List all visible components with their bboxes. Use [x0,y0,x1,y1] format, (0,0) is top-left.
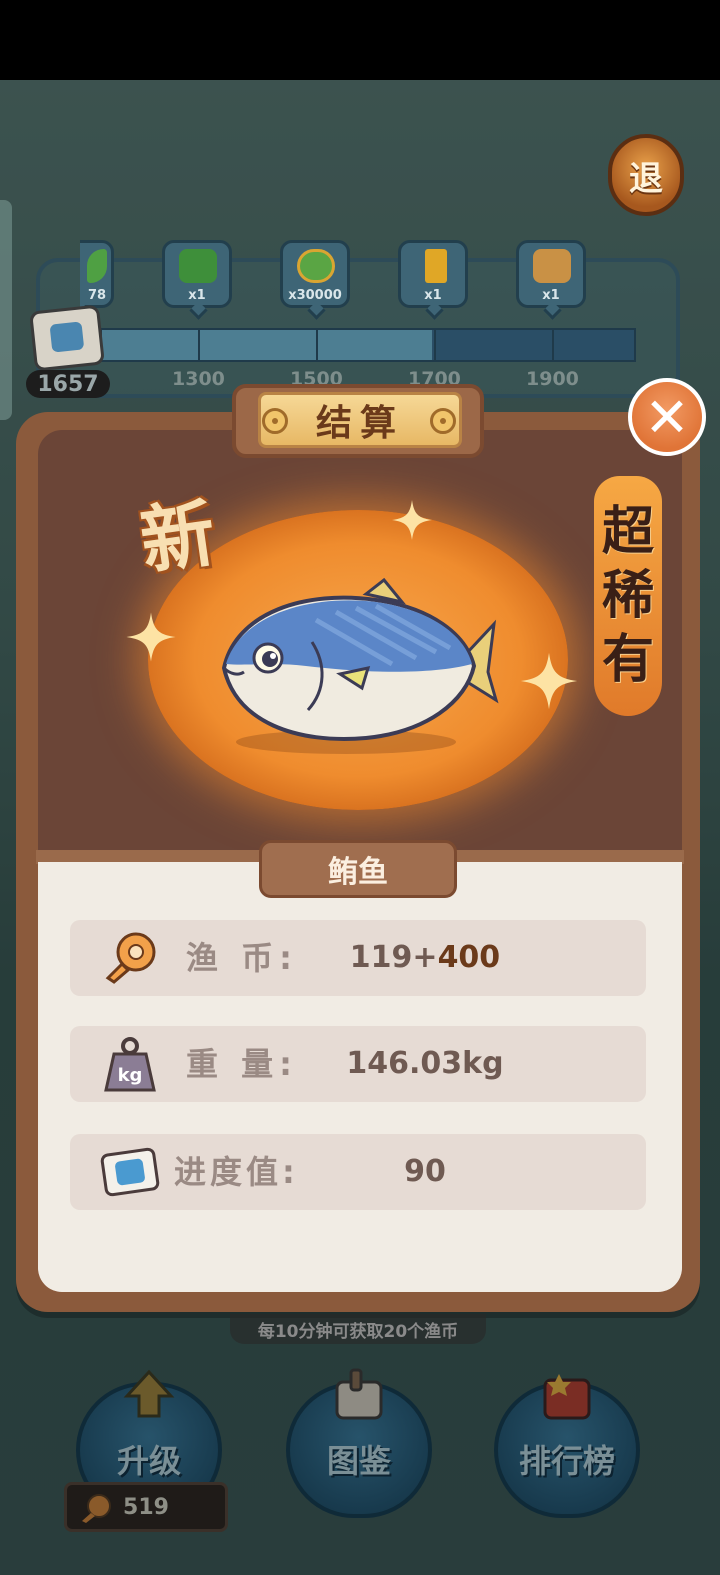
arrow-up-icon [123,1369,175,1418]
tuna-fish-illustration [221,577,499,754]
reward-label: x1 [188,288,206,303]
stat-value: 146.03kg [346,1046,504,1081]
progress-bar [100,328,636,362]
gold-card-icon [425,249,447,283]
progress-divider [316,330,318,360]
stat-value: 90 [404,1154,446,1189]
stat-row-weight: kg 重 量: 146.03kg [70,1026,646,1102]
reward-leaf-check[interactable]: x1 [162,240,232,308]
coin-hint: 每10分钟可获取20个渔币 [230,1314,486,1344]
upgrade-label: 升级 [116,1442,181,1480]
sparkle-icon [126,612,176,662]
trophy-board-icon [543,1374,591,1420]
coin-bonus-value: 400 [437,940,501,975]
coin-base-value: 119+ [349,940,438,975]
new-badge: 新 [135,490,221,586]
reward-label: x1 [542,288,560,303]
catalog-button[interactable]: 图鉴 [286,1368,432,1518]
reward-label: x1 [424,288,442,303]
fish-coin-icon [105,932,156,984]
side-drawer-tab[interactable] [0,200,12,420]
stat-row-progress: 进度值: 90 [70,1134,646,1210]
fish-coin-icon [82,1494,111,1523]
cat-card-icon [533,249,571,283]
ticket-icon [29,304,105,372]
rarity-char: 超 [601,501,654,562]
reward-check-coin[interactable]: x30000 [280,240,350,308]
milestone-label: 1300 [172,368,225,390]
progress-divider [198,330,200,360]
progress-divider [434,330,436,360]
rivet-icon [430,408,456,434]
stat-value: 119+400 [320,920,530,996]
rarity-banner: 超 稀 有 [594,476,662,716]
check-coin-icon [297,249,335,283]
stat-row-coins: 渔 币: 119+400 [70,920,646,996]
milestone-label: 1900 [526,368,579,390]
ticket-icon [100,1147,160,1197]
leaderboard-label: 排行榜 [518,1442,615,1480]
rarity-char: 稀 [601,565,654,626]
status-bar [0,0,720,80]
current-score: 1657 [26,370,110,398]
leaf-icon [87,249,107,283]
reward-label: x30000 [288,288,342,303]
fish-name: 鲔鱼 [259,840,457,898]
reward-gold-card[interactable]: x1 [398,240,468,308]
stat-label: 进度值: [174,1153,299,1191]
close-button[interactable]: ✕ [628,378,706,456]
stat-label: 渔 币: [186,939,298,977]
weight-icon: kg [104,1037,156,1092]
rarity-char: 有 [601,629,654,690]
rivet-icon [262,408,288,434]
svg-text:kg: kg [118,1065,143,1086]
catalog-book-icon [335,1368,383,1420]
progress-divider [552,330,554,360]
sparkle-icon [392,500,432,540]
coin-balance: 519 [64,1482,228,1532]
stat-label: 重 量: [186,1045,298,1083]
leaderboard-button[interactable]: 排行榜 [494,1374,640,1518]
sparkle-icon [520,652,578,710]
check-leaf-icon [179,249,217,283]
exit-button[interactable]: 退 [608,134,684,216]
progress-fill [102,330,432,360]
coin-balance-value: 519 [123,1494,169,1520]
catalog-label: 图鉴 [326,1442,391,1480]
reward-cat-card[interactable]: x1 [516,240,586,308]
